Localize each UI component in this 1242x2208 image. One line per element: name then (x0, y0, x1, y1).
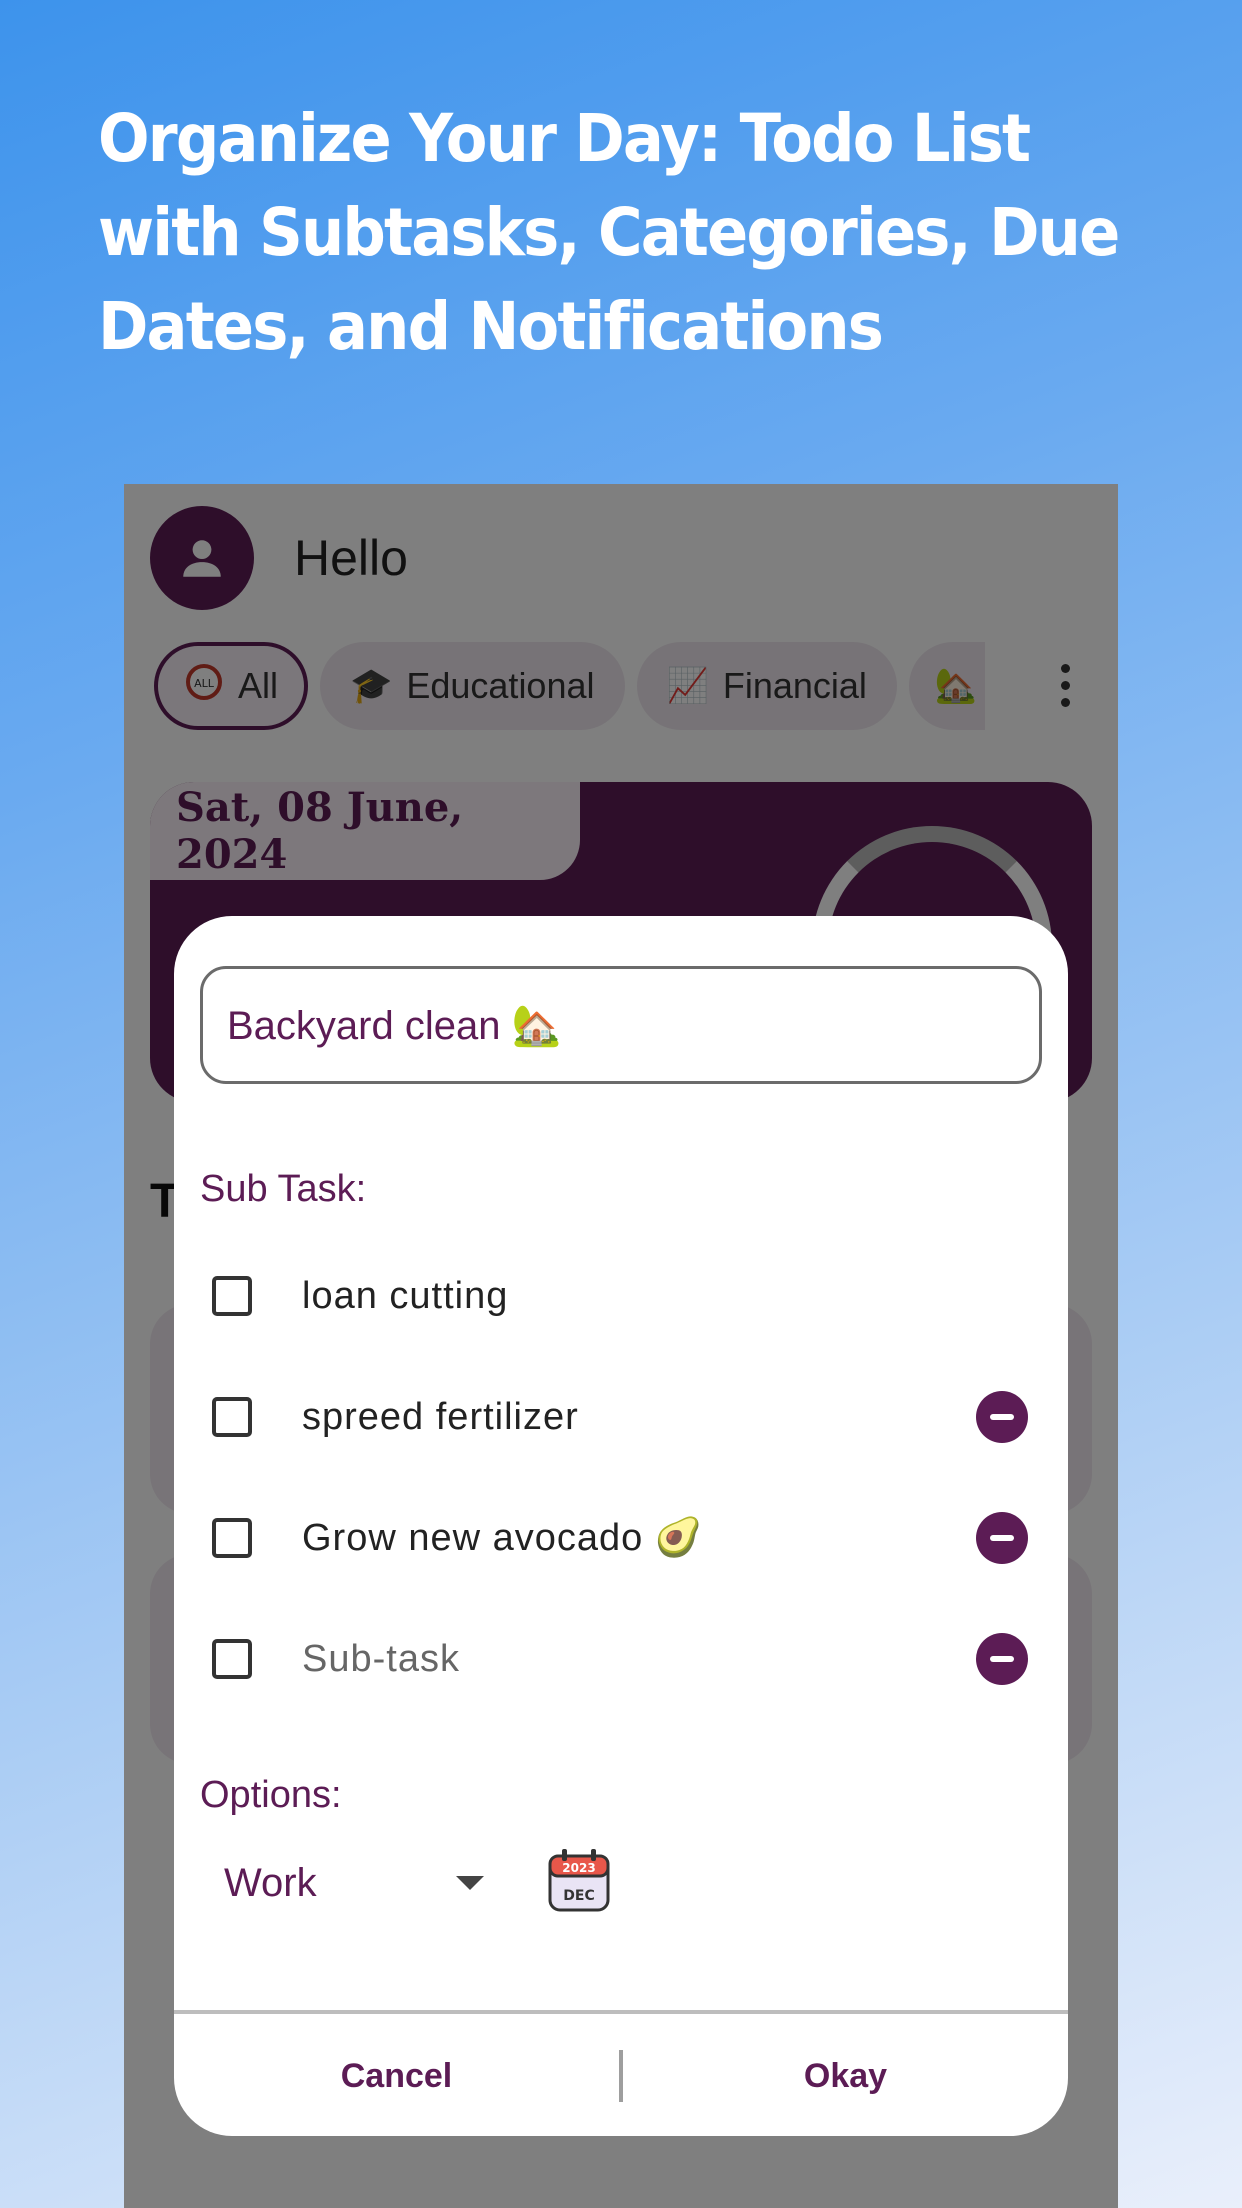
subtask-row: loan cutting (208, 1256, 1028, 1336)
promo-headline: Organize Your Day: Todo List with Subtas… (98, 100, 1120, 365)
task-title-input[interactable]: Backyard clean 🏡 (200, 966, 1042, 1084)
okay-button[interactable]: Okay (623, 2057, 1068, 2096)
subtask-text[interactable]: Grow new avocado 🥑 (302, 1516, 703, 1560)
subtask-checkbox[interactable] (212, 1397, 252, 1437)
dialog-divider (174, 2010, 1068, 2014)
dialog-actions: Cancel Okay (174, 2016, 1068, 2136)
calendar-icon[interactable]: 2023 DEC (544, 1846, 614, 1920)
subtask-heading: Sub Task: (200, 1168, 367, 1210)
options-heading: Options: (200, 1774, 342, 1816)
chevron-down-icon (456, 1876, 484, 1890)
calendar-year: 2023 (562, 1861, 595, 1875)
edit-task-dialog: Backyard clean 🏡 Sub Task: loan cutting … (174, 916, 1068, 2136)
category-dropdown[interactable]: Work (224, 1861, 484, 1906)
cancel-button[interactable]: Cancel (174, 2057, 619, 2096)
options-row: Work 2023 DEC (224, 1846, 614, 1920)
minus-icon (990, 1535, 1014, 1541)
subtask-text[interactable]: loan cutting (302, 1275, 508, 1318)
new-subtask-row: Sub-task (208, 1619, 1028, 1699)
new-subtask-input[interactable]: Sub-task (302, 1638, 460, 1681)
subtask-row: spreed fertilizer (208, 1377, 1028, 1457)
remove-subtask-button[interactable] (976, 1391, 1028, 1443)
subtask-checkbox[interactable] (212, 1276, 252, 1316)
calendar-month: DEC (563, 1888, 594, 1904)
remove-subtask-button[interactable] (976, 1512, 1028, 1564)
subtask-text[interactable]: spreed fertilizer (302, 1396, 579, 1439)
subtask-row: Grow new avocado 🥑 (208, 1498, 1028, 1578)
minus-icon (990, 1414, 1014, 1420)
subtask-checkbox[interactable] (212, 1639, 252, 1679)
minus-icon (990, 1656, 1014, 1662)
subtask-checkbox[interactable] (212, 1518, 252, 1558)
category-value: Work (224, 1860, 317, 1905)
remove-subtask-button[interactable] (976, 1633, 1028, 1685)
